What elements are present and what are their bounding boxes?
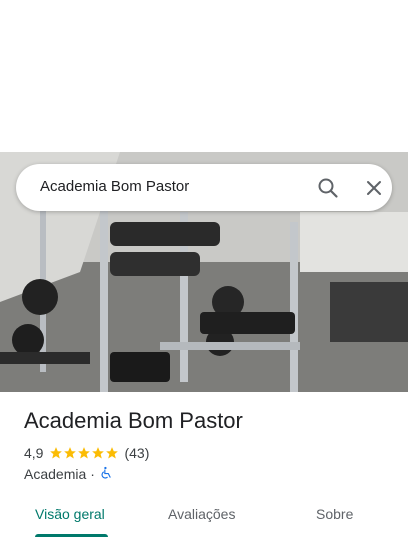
review-count[interactable]: (43) [124, 445, 149, 461]
search-bar[interactable]: Academia Bom Pastor [16, 164, 392, 211]
tab-reviews[interactable]: Avaliações [168, 506, 235, 522]
separator-dot: · [90, 466, 95, 482]
place-category: Academia [24, 466, 87, 482]
star-icon [92, 447, 105, 459]
star-icon [64, 447, 77, 459]
star-icon [78, 447, 91, 459]
place-title: Academia Bom Pastor [24, 408, 243, 433]
rating-value: 4,9 [24, 445, 44, 461]
tab-bar: Visão geral Avaliações Sobre [0, 490, 408, 544]
wheelchair-icon [99, 466, 113, 483]
search-icon[interactable] [316, 176, 340, 200]
rating-row[interactable]: 4,9 (43) [24, 444, 149, 462]
star-icon [106, 447, 119, 459]
category-row: Academia · [24, 465, 113, 483]
search-input[interactable]: Academia Bom Pastor [40, 178, 189, 195]
star-icon [50, 447, 63, 459]
tab-overview[interactable]: Visão geral [35, 506, 105, 522]
close-icon[interactable] [362, 176, 386, 200]
active-tab-indicator [35, 534, 108, 537]
tab-about[interactable]: Sobre [316, 506, 353, 522]
star-rating [49, 446, 119, 460]
